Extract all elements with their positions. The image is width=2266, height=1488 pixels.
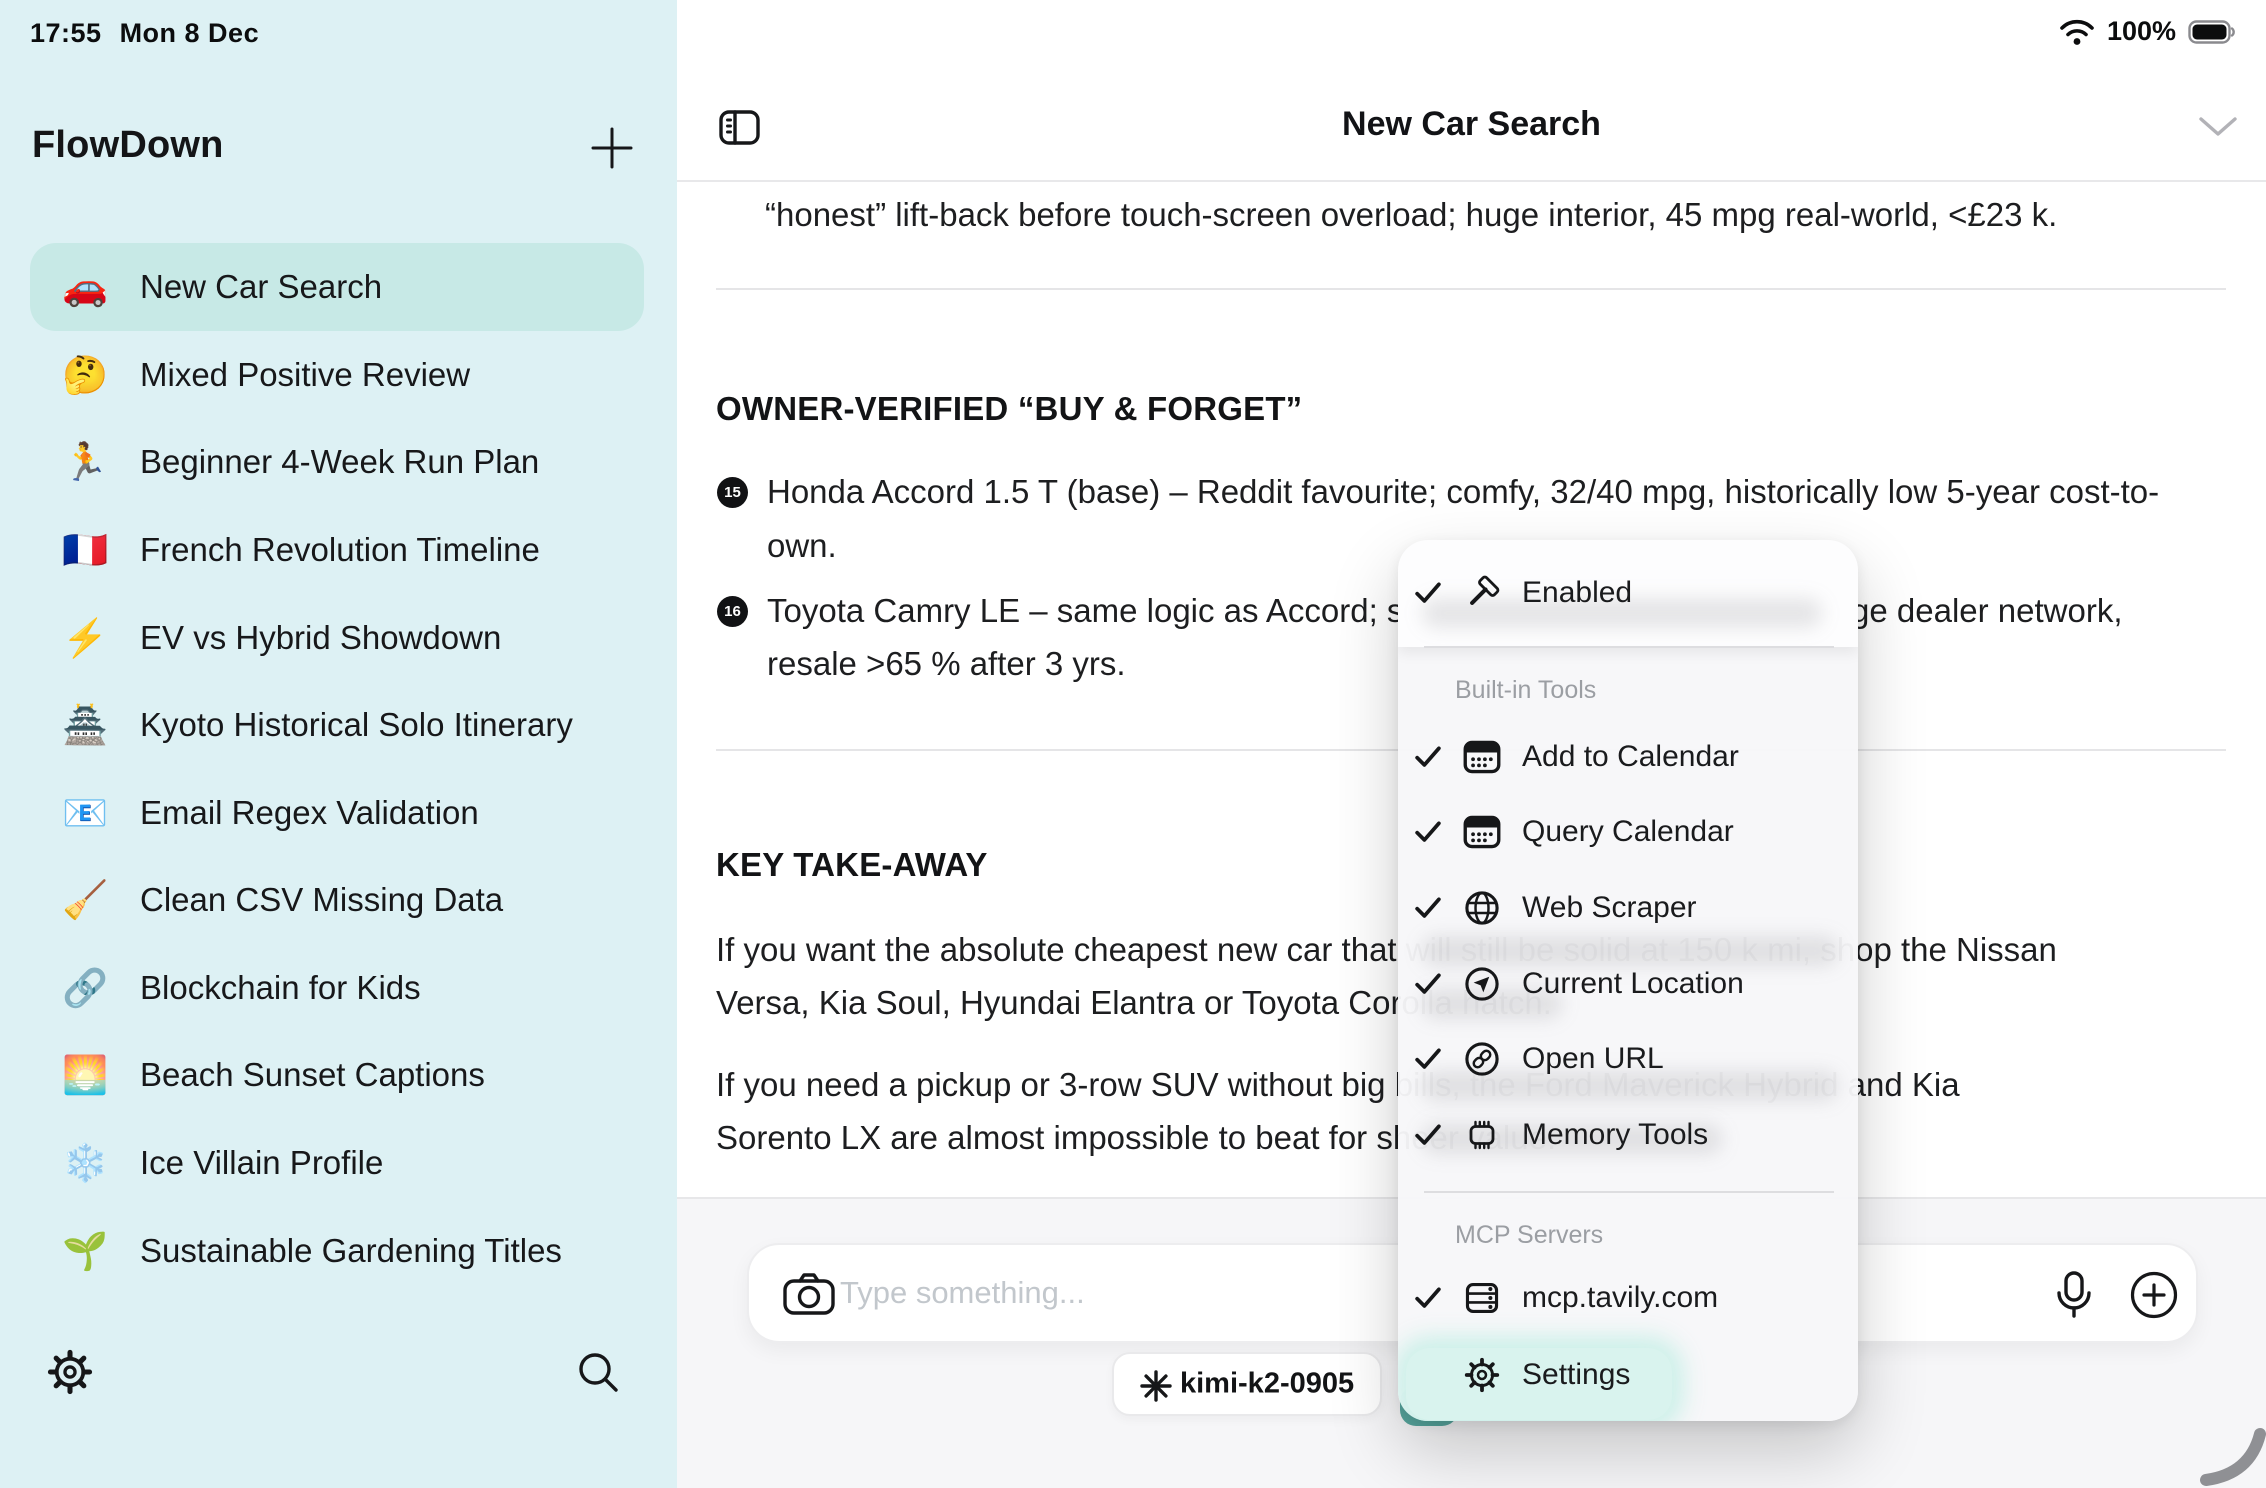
camera-button[interactable] — [783, 1271, 835, 1317]
status-date: Mon 8 Dec — [120, 18, 260, 48]
menu-item-mcp-tavily[interactable]: mcp.tavily.com — [1398, 1262, 1858, 1334]
menu-section-header: MCP Servers — [1455, 1221, 1603, 1250]
link-circle-icon — [1463, 1040, 1501, 1078]
sidebar-item-ice-villain[interactable]: ❄️ Ice Villain Profile — [30, 1119, 644, 1207]
nav-bar — [677, 0, 2266, 182]
status-bar-left: 17:55 Mon 8 Dec — [30, 18, 259, 49]
menu-item-current-location[interactable]: Current Location — [1398, 948, 1858, 1020]
battery-icon — [2188, 20, 2236, 44]
attach-button[interactable] — [2129, 1270, 2179, 1320]
email-emoji-icon: 📧 — [62, 795, 108, 832]
model-selector-chip[interactable]: kimi-k2-0905 — [1112, 1352, 1382, 1416]
divider — [716, 288, 2226, 290]
list-item-continued: own. — [767, 526, 837, 566]
sunrise-emoji-icon: 🌅 — [62, 1057, 108, 1094]
checkmark-icon — [1415, 1124, 1441, 1146]
page-title: New Car Search — [677, 105, 2266, 144]
menu-separator — [1424, 646, 1834, 648]
checkmark-icon — [1415, 821, 1441, 843]
car-emoji-icon: 🚗 — [62, 269, 108, 306]
microphone-icon — [2049, 1267, 2099, 1323]
search-icon — [574, 1348, 622, 1396]
search-button[interactable] — [574, 1348, 622, 1396]
collapse-chat-button[interactable] — [2198, 116, 2238, 138]
menu-item-settings[interactable]: Settings — [1398, 1339, 1858, 1411]
checkmark-icon — [1415, 582, 1441, 604]
checkmark-icon — [1415, 746, 1441, 768]
menu-item-add-to-calendar[interactable]: Add to Calendar — [1398, 721, 1858, 793]
list-number-badge: 15 — [717, 477, 748, 508]
menu-item-memory-tools[interactable]: Memory Tools — [1398, 1099, 1858, 1171]
menu-item-open-url[interactable]: Open URL — [1398, 1023, 1858, 1095]
settings-button[interactable] — [46, 1348, 94, 1396]
seedling-emoji-icon: 🌱 — [62, 1233, 108, 1270]
runner-emoji-icon: 🏃 — [62, 444, 108, 481]
gear-icon — [1462, 1355, 1502, 1395]
gear-icon — [46, 1348, 94, 1396]
app-title: FlowDown — [32, 124, 224, 167]
calendar-plus-icon — [1463, 739, 1501, 775]
toggle-sidebar-button[interactable] — [718, 108, 762, 148]
sidebar-item-run-plan[interactable]: 🏃 Beginner 4-Week Run Plan — [30, 418, 644, 506]
hammer-icon — [1462, 573, 1502, 613]
sidebar-item-gardening[interactable]: 🌱 Sustainable Gardening Titles — [30, 1207, 644, 1295]
broom-emoji-icon: 🧹 — [62, 882, 108, 919]
sidebar-item-kyoto[interactable]: 🏯 Kyoto Historical Solo Itinerary — [30, 681, 644, 769]
checkmark-icon — [1415, 1287, 1441, 1309]
status-bar-right: 100% — [2059, 16, 2236, 47]
server-icon — [1463, 1280, 1501, 1316]
checkmark-icon — [1415, 973, 1441, 995]
section-heading: KEY TAKE-AWAY — [716, 846, 988, 884]
globe-icon — [1463, 889, 1501, 927]
thinking-face-emoji-icon: 🤔 — [62, 357, 108, 394]
tools-popup-menu: Enabled Built-in Tools Add to Calendar — [1398, 540, 1858, 1421]
app-screen: 17:55 Mon 8 Dec FlowDown 🚗 New Car Search… — [0, 0, 2266, 1488]
sidebar-item-french-revolution[interactable]: 🇫🇷 French Revolution Timeline — [30, 506, 644, 594]
model-name: kimi-k2-0905 — [1180, 1368, 1354, 1401]
menu-separator — [1424, 1191, 1834, 1193]
menu-section-header: Built-in Tools — [1455, 676, 1596, 705]
sidebar-item-blockchain[interactable]: 🔗 Blockchain for Kids — [30, 944, 644, 1032]
message-line: “honest” lift-back before touch-screen o… — [765, 195, 2057, 235]
list-number-badge: 16 — [717, 596, 748, 627]
dictation-button[interactable] — [2049, 1267, 2099, 1323]
memory-chip-icon — [1462, 1117, 1502, 1153]
link-emoji-icon: 🔗 — [62, 970, 108, 1007]
status-time: 17:55 — [30, 18, 102, 48]
sidebar-item-email-regex[interactable]: 📧 Email Regex Validation — [30, 769, 644, 857]
france-flag-emoji-icon: 🇫🇷 — [62, 532, 108, 569]
loading-arc — [2192, 1426, 2266, 1488]
list-item-continued: resale >65 % after 3 yrs. — [767, 644, 1126, 684]
castle-emoji-icon: 🏯 — [62, 707, 108, 744]
wifi-icon — [2059, 18, 2095, 46]
menu-item-web-scraper[interactable]: Web Scraper — [1398, 872, 1858, 944]
list-item: Honda Accord 1.5 T (base) – Reddit favou… — [767, 472, 2159, 512]
sidebar: 17:55 Mon 8 Dec FlowDown 🚗 New Car Search… — [0, 0, 677, 1488]
sidebar-item-clean-csv[interactable]: 🧹 Clean CSV Missing Data — [30, 856, 644, 944]
snowflake-emoji-icon: ❄️ — [62, 1145, 108, 1182]
asterisk-icon — [1140, 1370, 1172, 1402]
camera-icon — [783, 1271, 835, 1317]
sidebar-item-beach-sunset[interactable]: 🌅 Beach Sunset Captions — [30, 1031, 644, 1119]
plus-icon — [588, 124, 636, 172]
sidebar-item-ev-hybrid[interactable]: ⚡ EV vs Hybrid Showdown — [30, 594, 644, 682]
menu-item-query-calendar[interactable]: Query Calendar — [1398, 796, 1858, 868]
lightning-emoji-icon: ⚡ — [62, 620, 108, 657]
sidebar-item-mixed-positive-review[interactable]: 🤔 Mixed Positive Review — [30, 331, 644, 419]
checkmark-icon — [1415, 897, 1441, 919]
menu-item-enabled[interactable]: Enabled — [1398, 557, 1858, 629]
plus-circle-icon — [2129, 1270, 2179, 1320]
sidebar-toggle-icon — [718, 108, 762, 148]
location-icon — [1463, 965, 1501, 1003]
battery-percent: 100% — [2107, 16, 2176, 47]
new-chat-button[interactable] — [588, 124, 636, 172]
calendar-icon — [1463, 814, 1501, 850]
message-input[interactable] — [840, 1263, 1380, 1323]
sidebar-item-new-car-search[interactable]: 🚗 New Car Search — [30, 243, 644, 331]
section-heading: OWNER-VERIFIED “BUY & FORGET” — [716, 390, 1302, 428]
checkmark-icon — [1415, 1048, 1441, 1070]
chevron-down-icon — [2198, 116, 2238, 138]
